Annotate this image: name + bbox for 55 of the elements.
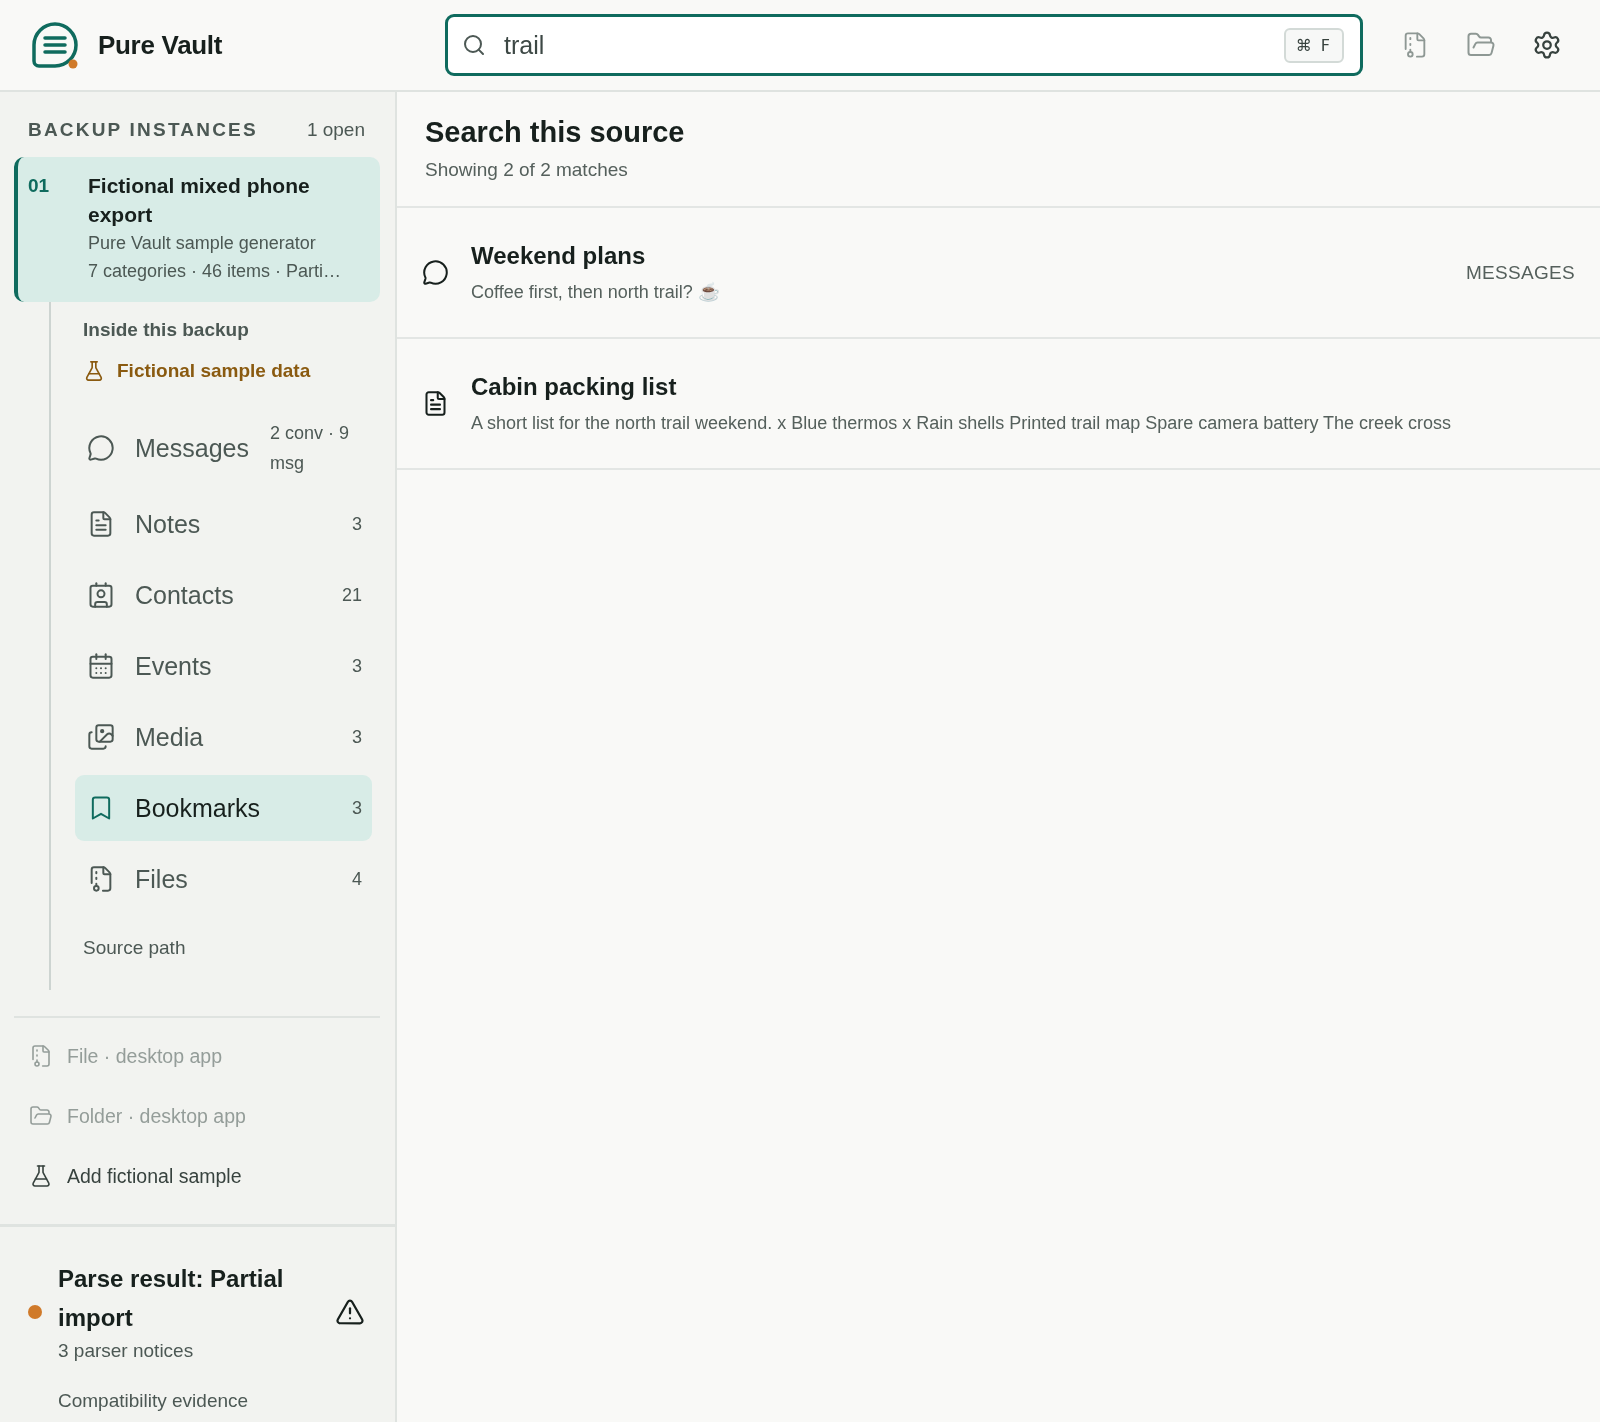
item-count: 3 [352, 726, 362, 749]
logo-icon [30, 20, 80, 70]
instance-title: Fictional mixed phone export [88, 173, 311, 228]
search-icon [462, 33, 486, 57]
settings-icon [1532, 30, 1562, 60]
category-item[interactable]: Contacts 21 [75, 562, 372, 628]
item-count: 3 [352, 797, 362, 820]
instance-source: Pure Vault sample generator [88, 232, 317, 255]
parse-result-title: Parse result: Partial import [58, 1264, 285, 1333]
category-item[interactable]: Bookmarks 3 [75, 775, 372, 841]
category-item[interactable]: Notes 3 [75, 491, 372, 557]
warning-icon [335, 1297, 365, 1327]
shortcut-key: ⌘ F [1283, 27, 1344, 63]
category-item[interactable]: Media 3 [75, 704, 372, 770]
item-count: 4 [352, 868, 362, 891]
parser-notices: 3 parser notices [58, 1339, 195, 1363]
images-icon [87, 723, 115, 751]
category-item[interactable]: Events 3 [75, 633, 372, 699]
calendar-icon [87, 652, 115, 680]
result-title: Cabin packing list [471, 371, 678, 402]
open-count: 1 open [306, 118, 365, 142]
sample-data-label: Fictional sample data [117, 359, 311, 383]
archive-file-icon [29, 1044, 53, 1068]
instance-summary: 7 categories · 46 items · Parti… [88, 260, 343, 283]
flask-icon [83, 360, 105, 382]
page-title: Search this source [425, 115, 686, 150]
search-result-row[interactable]: Cabin packing list A short list for the north trail weekend. x Blue thermos x Rain shells Printed trail map Spare camera battery The creek cross [397, 339, 1600, 470]
category-item[interactable]: Messages 2 conv · 9 msg [75, 410, 372, 486]
category-item[interactable]: Files 4 [75, 846, 372, 912]
source-path-label: Source path [82, 936, 187, 960]
instance-number: 01 [28, 174, 51, 198]
match-count: Showing 2 of 2 matches [425, 158, 629, 182]
item-count: 2 conv · 9 msg [270, 422, 351, 475]
result-snippet: Coffee first, then north trail? ☕ [471, 280, 721, 304]
section-heading: BACKUP INSTANCES [28, 118, 258, 142]
search-bar[interactable]: trail ⌘ F [445, 14, 1363, 76]
flask-icon [29, 1164, 53, 1188]
compatibility-evidence-link[interactable]: Compatibility evidence [58, 1387, 249, 1415]
contents-heading: Inside this backup [82, 318, 250, 342]
item-count: 3 [352, 513, 362, 536]
document-icon [422, 390, 449, 417]
folder-icon [29, 1104, 53, 1128]
search-result-row[interactable]: Weekend plans Coffee first, then north trail? ☕ MESSAGES [397, 208, 1600, 339]
backup-instance-card[interactable]: 01 Fictional mixed phone export Pure Vault sample generator 7 categories · 46 items · Parti… [14, 157, 380, 302]
result-category: MESSAGES [1465, 261, 1575, 284]
result-title: Weekend plans [471, 240, 647, 271]
speech-bubble-icon [422, 259, 449, 286]
speech-bubble-icon [87, 434, 115, 462]
item-count: 3 [352, 655, 362, 678]
contact-card-icon [87, 581, 115, 609]
result-snippet: A short list for the north trail weekend. x Blue thermos x Rain shells Printed trail map Spare camera battery The creek cross [471, 411, 1453, 435]
item-count: 21 [341, 584, 362, 607]
add-sample-button[interactable]: Add fictional sample [0, 1146, 395, 1206]
app-name: Pure Vault [98, 29, 223, 61]
search-field[interactable]: trail [502, 29, 1268, 61]
